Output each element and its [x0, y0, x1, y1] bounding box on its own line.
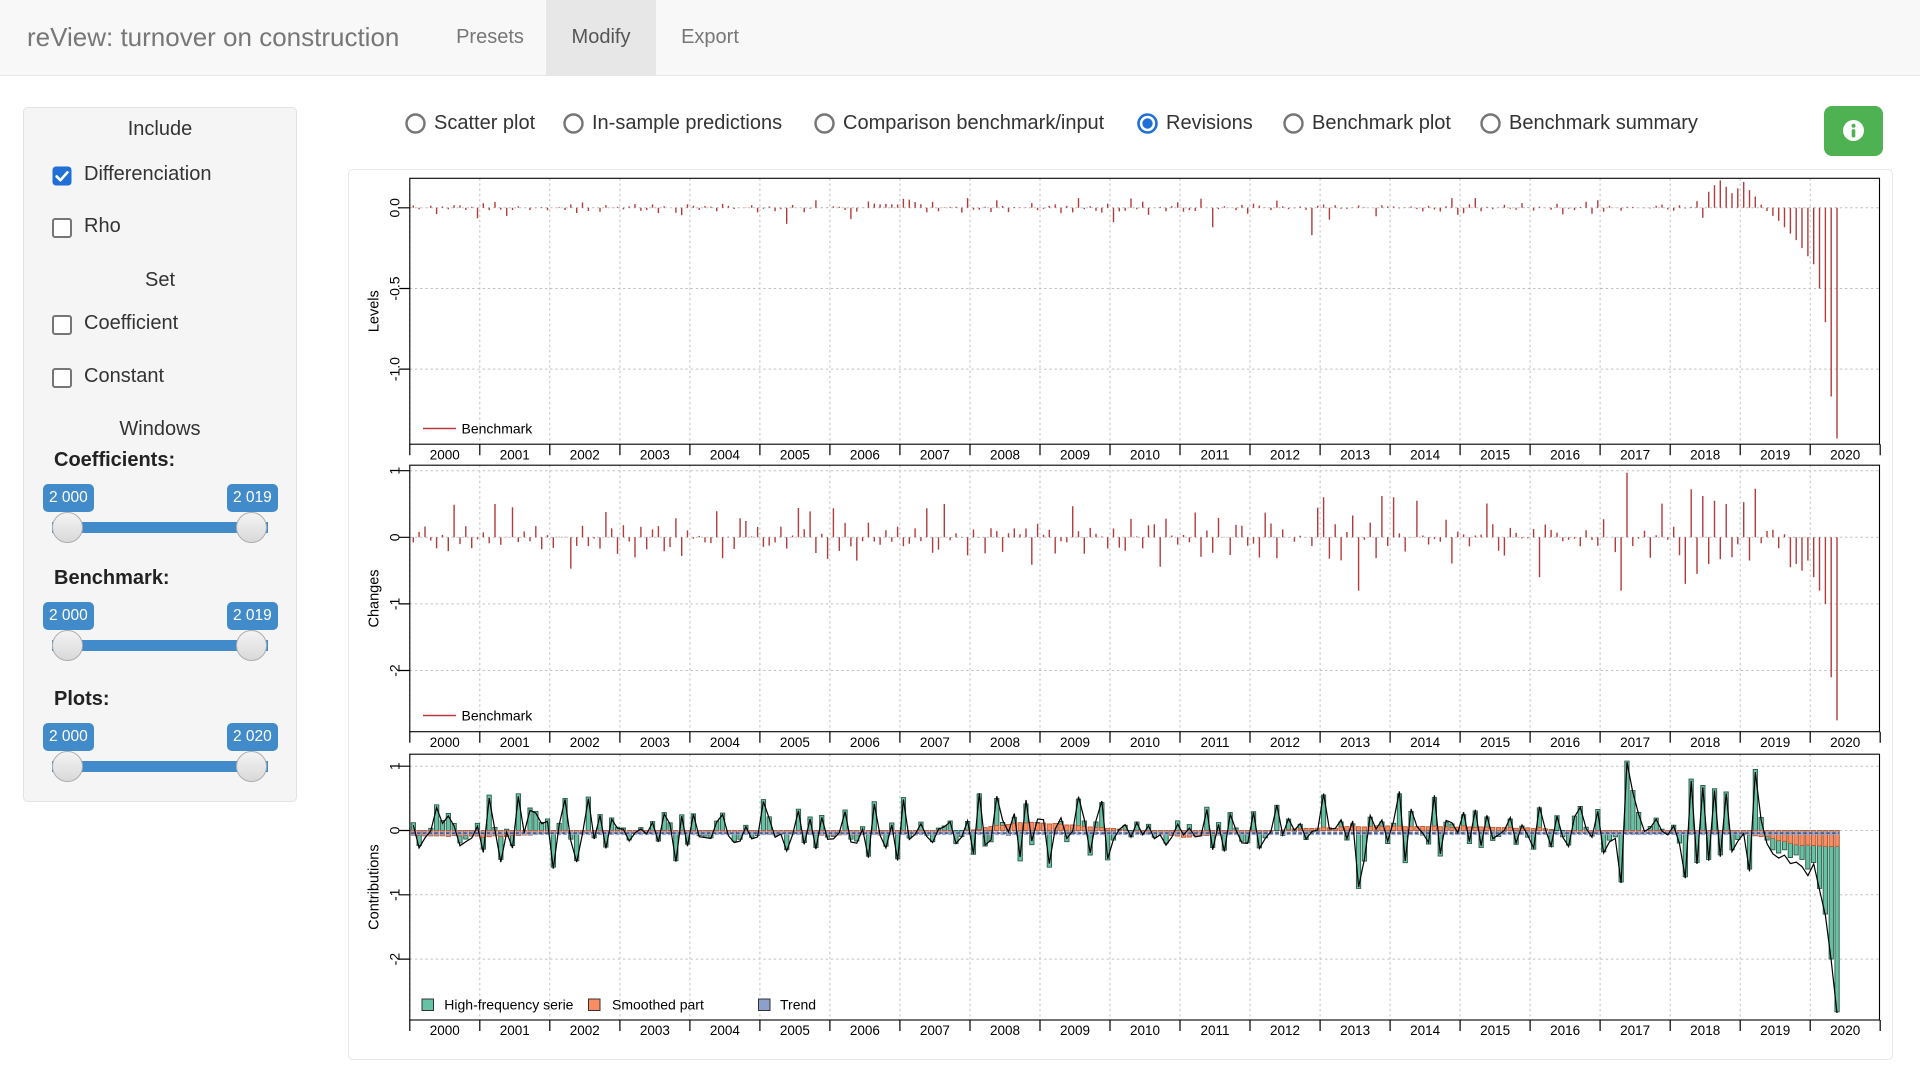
- svg-text:2009: 2009: [1060, 735, 1090, 750]
- svg-text:2017: 2017: [1620, 735, 1650, 750]
- svg-text:2009: 2009: [1060, 1023, 1090, 1038]
- svg-text:2003: 2003: [640, 735, 670, 750]
- svg-text:2014: 2014: [1410, 1023, 1441, 1038]
- svg-text:2016: 2016: [1550, 735, 1580, 750]
- svg-text:2011: 2011: [1200, 1023, 1229, 1038]
- svg-text:2014: 2014: [1410, 447, 1441, 462]
- svg-text:2003: 2003: [640, 1023, 670, 1038]
- svg-text:High-frequency serie: High-frequency serie: [444, 997, 573, 1013]
- svg-text:Benchmark: Benchmark: [462, 708, 534, 724]
- svg-text:2009: 2009: [1060, 447, 1090, 462]
- svg-text:2003: 2003: [640, 447, 670, 462]
- svg-text:2013: 2013: [1340, 735, 1370, 750]
- svg-text:2011: 2011: [1200, 447, 1229, 462]
- svg-text:Levels: Levels: [367, 290, 383, 332]
- svg-text:2007: 2007: [920, 447, 950, 462]
- svg-text:2011: 2011: [1200, 735, 1229, 750]
- svg-text:Benchmark: Benchmark: [462, 421, 534, 437]
- svg-text:2019: 2019: [1760, 735, 1790, 750]
- svg-text:2006: 2006: [850, 1023, 880, 1038]
- svg-text:2018: 2018: [1690, 1023, 1720, 1038]
- svg-text:2010: 2010: [1130, 447, 1160, 462]
- svg-text:2015: 2015: [1480, 735, 1510, 750]
- svg-text:2016: 2016: [1550, 447, 1580, 462]
- svg-text:2000: 2000: [430, 735, 460, 750]
- svg-text:2002: 2002: [570, 447, 600, 462]
- svg-text:2018: 2018: [1690, 447, 1720, 462]
- svg-text:2004: 2004: [710, 735, 741, 750]
- svg-text:2004: 2004: [710, 1023, 741, 1038]
- svg-text:2006: 2006: [850, 447, 880, 462]
- svg-text:2012: 2012: [1270, 1023, 1300, 1038]
- svg-text:2005: 2005: [780, 447, 810, 462]
- svg-text:2000: 2000: [430, 447, 460, 462]
- svg-text:2020: 2020: [1830, 447, 1860, 462]
- svg-text:2008: 2008: [990, 735, 1020, 750]
- svg-text:2001: 2001: [500, 735, 530, 750]
- svg-text:2017: 2017: [1620, 447, 1650, 462]
- svg-text:Trend: Trend: [780, 997, 816, 1013]
- svg-text:2015: 2015: [1480, 1023, 1510, 1038]
- svg-text:2005: 2005: [780, 735, 810, 750]
- svg-text:2013: 2013: [1340, 447, 1370, 462]
- svg-text:2007: 2007: [920, 735, 950, 750]
- svg-text:2008: 2008: [990, 1023, 1020, 1038]
- svg-text:Contributions: Contributions: [367, 844, 383, 929]
- svg-text:Changes: Changes: [367, 569, 383, 627]
- svg-text:2004: 2004: [710, 447, 741, 462]
- svg-text:2008: 2008: [990, 447, 1020, 462]
- svg-text:2006: 2006: [850, 735, 880, 750]
- svg-text:2010: 2010: [1130, 1023, 1160, 1038]
- svg-text:2016: 2016: [1550, 1023, 1580, 1038]
- svg-text:2013: 2013: [1340, 1023, 1370, 1038]
- svg-text:Smoothed part: Smoothed part: [612, 997, 704, 1013]
- svg-text:2020: 2020: [1830, 1023, 1860, 1038]
- svg-text:2015: 2015: [1480, 447, 1510, 462]
- svg-text:2012: 2012: [1270, 735, 1300, 750]
- svg-text:2001: 2001: [500, 447, 530, 462]
- svg-text:2017: 2017: [1620, 1023, 1650, 1038]
- svg-text:2002: 2002: [570, 735, 600, 750]
- svg-text:2001: 2001: [500, 1023, 530, 1038]
- svg-text:2019: 2019: [1760, 447, 1790, 462]
- svg-text:2010: 2010: [1130, 735, 1160, 750]
- svg-text:2007: 2007: [920, 1023, 950, 1038]
- svg-text:2018: 2018: [1690, 735, 1720, 750]
- svg-text:2002: 2002: [570, 1023, 600, 1038]
- svg-text:2005: 2005: [780, 1023, 810, 1038]
- svg-text:2000: 2000: [430, 1023, 460, 1038]
- svg-text:2014: 2014: [1410, 735, 1441, 750]
- svg-text:2012: 2012: [1270, 447, 1300, 462]
- svg-text:2020: 2020: [1830, 735, 1860, 750]
- svg-text:2019: 2019: [1760, 1023, 1790, 1038]
